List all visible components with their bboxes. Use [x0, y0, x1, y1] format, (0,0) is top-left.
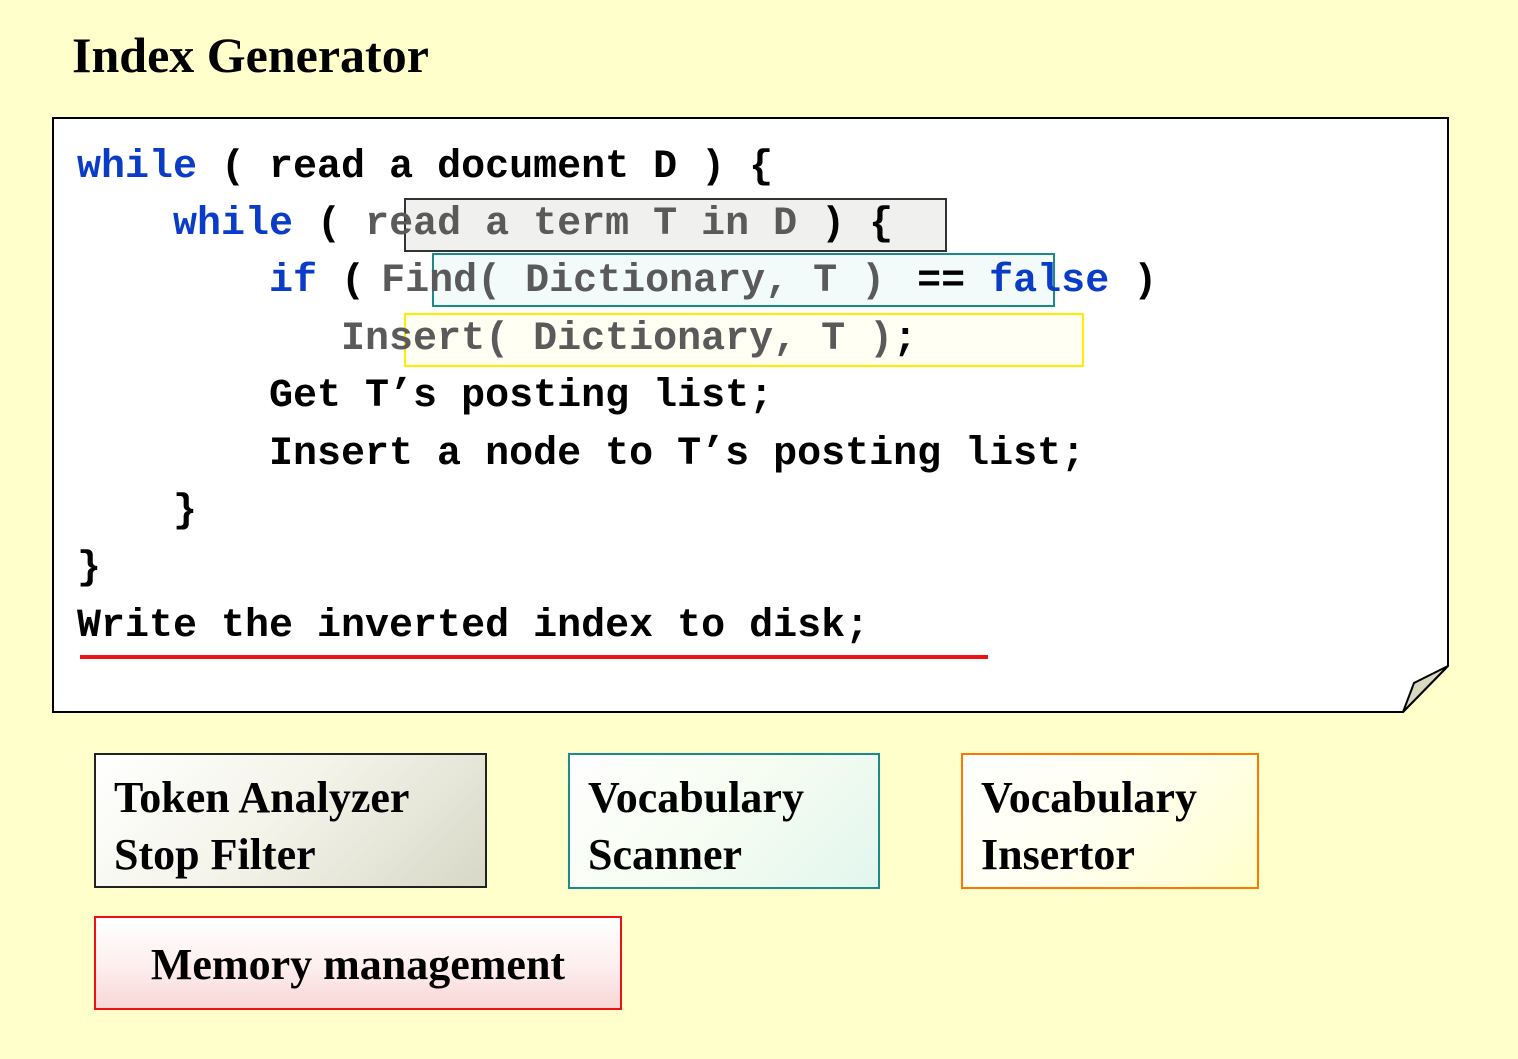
- memory-management-box: Memory management: [94, 916, 622, 1010]
- vocabulary-insertor-box: Vocabulary Insertor: [961, 753, 1259, 889]
- vocabulary-scanner-box: Vocabulary Scanner: [568, 753, 880, 889]
- scanner-highlight-box: [432, 253, 1055, 307]
- token-analyzer-box: Token Analyzer Stop Filter: [94, 753, 487, 888]
- token-highlight-box: [404, 198, 947, 252]
- page-title: Index Generator: [72, 20, 429, 90]
- write-index-underline: [80, 655, 988, 659]
- insertor-highlight-box: [404, 313, 1084, 367]
